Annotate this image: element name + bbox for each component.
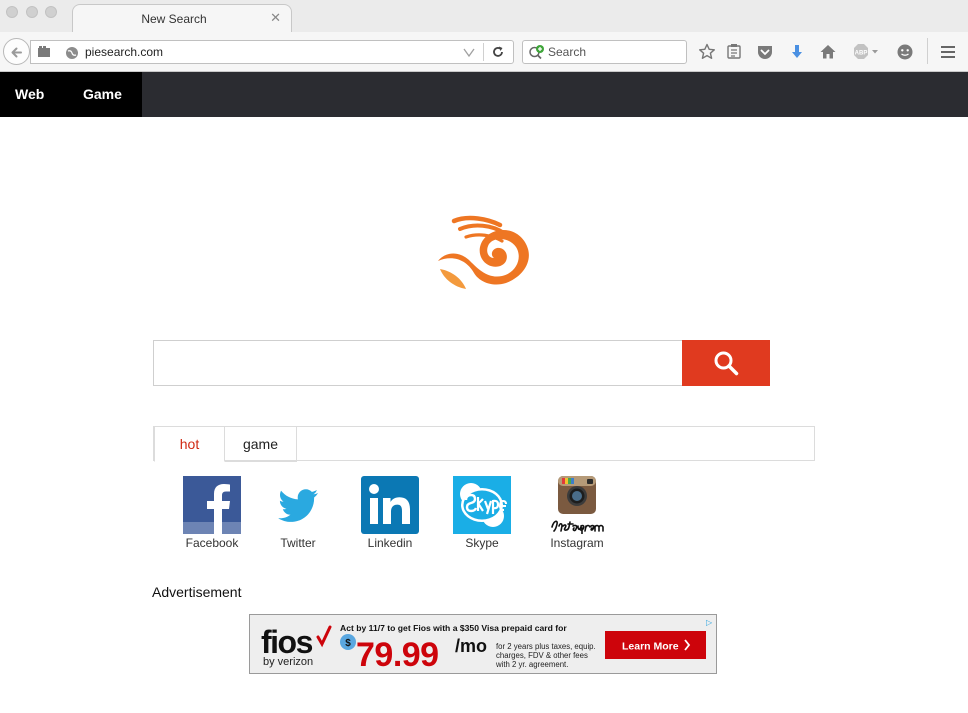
- category-tabs: hot game: [153, 426, 815, 462]
- nav-item-web[interactable]: Web: [15, 86, 44, 102]
- url-text[interactable]: piesearch.com: [85, 45, 163, 59]
- window-minimize-dot[interactable]: [26, 6, 38, 18]
- adblock-plus-icon[interactable]: ABP: [852, 42, 880, 62]
- social-label: Instagram: [550, 536, 604, 550]
- ad-banner[interactable]: fios by verizon Act by 11/7 to get Fios …: [249, 614, 717, 674]
- ad-cta: Learn More: [622, 641, 679, 653]
- site-nav-menu: Web Game: [0, 72, 142, 117]
- reload-icon[interactable]: [491, 45, 505, 59]
- download-icon[interactable]: [787, 42, 807, 62]
- social-link-instagram[interactable]: Instagram: [532, 476, 622, 550]
- address-bar[interactable]: piesearch.com: [30, 40, 514, 64]
- instagram-icon: [548, 476, 606, 535]
- tab-game[interactable]: game: [225, 426, 297, 462]
- ad-per: /mo: [455, 636, 487, 656]
- search-input[interactable]: [153, 340, 683, 386]
- dropdown-arrow-icon[interactable]: [463, 48, 475, 58]
- search-icon: [714, 351, 739, 376]
- ad-headline: Act by 11/7 to get Fios with a $350 Visa…: [340, 623, 567, 633]
- social-link-facebook[interactable]: Facebook: [167, 476, 257, 550]
- browser-search-placeholder: Search: [548, 45, 587, 59]
- social-label: Skype: [465, 536, 499, 550]
- back-button[interactable]: [3, 38, 30, 65]
- search-button[interactable]: [682, 340, 770, 386]
- urlbar-divider: [483, 43, 484, 61]
- tab-title: New Search: [141, 12, 207, 26]
- emoji-icon[interactable]: [895, 42, 915, 62]
- search-engine-icon[interactable]: [528, 44, 545, 61]
- tab-close-icon[interactable]: ✕: [270, 10, 281, 26]
- piesearch-logo: [430, 213, 534, 295]
- pocket-icon[interactable]: [755, 42, 775, 62]
- ad-fine-print: for 2 years plus taxes, equip.: [496, 642, 596, 651]
- skype-icon: [453, 476, 511, 534]
- linkedin-icon: [361, 476, 419, 534]
- site-nav-bar: Web Game: [0, 72, 968, 117]
- social-label: Facebook: [185, 536, 239, 550]
- advertisement-heading: Advertisement: [152, 584, 242, 600]
- facebook-icon: [183, 476, 241, 534]
- ad-fine-print: charges, FDV & other fees: [496, 651, 588, 660]
- tab-hot[interactable]: hot: [154, 426, 225, 462]
- abp-text: ABP: [855, 51, 868, 57]
- window-close-dot[interactable]: [6, 6, 18, 18]
- tabs-list-icon[interactable]: [37, 45, 51, 59]
- social-link-linkedin[interactable]: Linkedin: [345, 476, 435, 550]
- social-label: Linkedin: [367, 536, 413, 550]
- browser-tab-bar: New Search ✕: [0, 0, 968, 33]
- globe-icon[interactable]: [65, 46, 79, 60]
- ad-price: 79.99: [356, 636, 439, 674]
- toolbar-divider: [927, 38, 928, 64]
- ad-choices-icon: ▷: [706, 618, 713, 627]
- reading-list-icon[interactable]: [724, 42, 744, 62]
- ad-fine-print: with 2 yr. agreement.: [495, 660, 568, 669]
- browser-tab[interactable]: New Search ✕: [72, 4, 292, 33]
- social-link-twitter[interactable]: Twitter: [253, 476, 343, 550]
- nav-item-game[interactable]: Game: [83, 86, 122, 102]
- social-label: Twitter: [280, 536, 316, 550]
- hamburger-menu-icon[interactable]: [938, 42, 958, 62]
- browser-toolbar: piesearch.com Search ABP: [0, 32, 968, 72]
- ad-brand: fios: [261, 624, 313, 660]
- window-zoom-dot[interactable]: [45, 6, 57, 18]
- bookmark-star-icon[interactable]: [697, 42, 717, 62]
- social-link-skype[interactable]: Skype: [437, 476, 527, 550]
- ad-dollar: $: [345, 638, 351, 649]
- back-arrow-icon: [11, 47, 22, 58]
- ad-byline: by verizon: [263, 656, 313, 668]
- ad-creative: fios by verizon Act by 11/7 to get Fios …: [261, 618, 713, 674]
- twitter-icon: [269, 476, 327, 534]
- home-icon[interactable]: [818, 42, 838, 62]
- browser-search-bar[interactable]: Search: [522, 40, 687, 64]
